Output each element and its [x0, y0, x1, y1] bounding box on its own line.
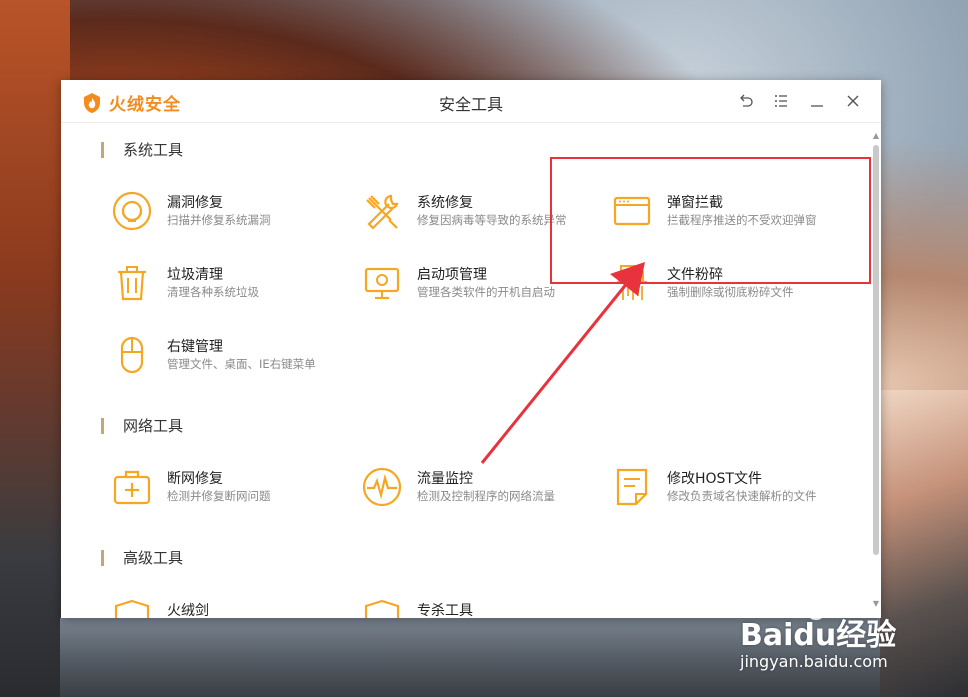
tool-host-file[interactable]: 修改HOST文件 修改负责域名快速解析的文件: [611, 466, 851, 512]
tool-dedicated-kill[interactable]: 专杀工具: [361, 598, 601, 618]
tool-desc: 强制删除或彻底粉碎文件: [667, 285, 794, 299]
menu-icon[interactable]: [772, 92, 790, 110]
tool-name: 漏洞修复: [167, 195, 223, 211]
tool-name: 系统修复: [417, 195, 473, 211]
vertical-scrollbar[interactable]: ▲ ▼: [871, 130, 881, 618]
baidu-watermark: Baidu经验 jingyan.baidu.com: [740, 592, 960, 682]
scroll-thumb[interactable]: [873, 145, 879, 555]
host-file-icon: [616, 468, 648, 506]
section-title-network: 网络工具: [101, 417, 183, 435]
system-repair-icon: [366, 194, 399, 230]
traffic-monitor-icon: [362, 467, 402, 507]
vulnerability-fix-icon: [112, 191, 152, 231]
watermark-main: Baidu经验: [740, 618, 897, 653]
tool-desc: 管理各类软件的开机自启动: [417, 285, 555, 299]
tool-right-click-manager[interactable]: 右键管理 管理文件、桌面、IE右键菜单: [111, 334, 351, 380]
tool-name: 断网修复: [167, 471, 223, 487]
tool-desc: 扫描并修复系统漏洞: [167, 213, 271, 227]
tool-name: 右键管理: [167, 339, 223, 355]
tool-hr-sword[interactable]: 火绒剑: [111, 598, 351, 618]
tool-name: 火绒剑: [167, 603, 209, 618]
section-title-system: 系统工具: [101, 141, 183, 159]
dedicated-kill-icon: [364, 599, 400, 618]
watermark-url: jingyan.baidu.com: [740, 652, 888, 671]
title-bar: 火绒安全 安全工具: [61, 80, 881, 123]
scroll-up-icon[interactable]: ▲: [872, 132, 880, 140]
annotation-highlight-box: [550, 157, 871, 284]
tool-desc: 检测及控制程序的网络流量: [417, 489, 555, 503]
hr-sword-icon: [114, 599, 150, 618]
tool-name: 垃圾清理: [167, 267, 223, 283]
trash-clean-icon: [118, 266, 146, 301]
back-icon[interactable]: [737, 92, 755, 110]
window-title: 安全工具: [438, 95, 503, 114]
tool-desc: 修复因病毒等导致的系统异常: [417, 213, 567, 227]
tool-name: 流量监控: [417, 471, 473, 487]
section-title-advanced: 高级工具: [101, 549, 183, 567]
close-icon[interactable]: [844, 92, 862, 110]
right-click-manager-icon: [120, 336, 144, 374]
network-repair-icon: [113, 470, 151, 505]
tool-vulnerability-fix[interactable]: 漏洞修复 扫描并修复系统漏洞: [111, 190, 351, 236]
tool-traffic-monitor[interactable]: 流量监控 检测及控制程序的网络流量: [361, 466, 601, 512]
tool-network-repair[interactable]: 断网修复 检测并修复断网问题: [111, 466, 351, 512]
wallpaper-cliff-left: [0, 0, 70, 697]
tool-name: 专杀工具: [417, 603, 473, 618]
tool-desc: 修改负责域名快速解析的文件: [667, 489, 817, 503]
tool-trash-clean[interactable]: 垃圾清理 清理各种系统垃圾: [111, 262, 351, 308]
minimize-icon[interactable]: [808, 92, 826, 110]
tool-name: 启动项管理: [417, 267, 487, 283]
tool-desc: 管理文件、桌面、IE右键菜单: [167, 357, 316, 371]
tool-desc: 检测并修复断网问题: [167, 489, 271, 503]
tool-desc: 清理各种系统垃圾: [167, 285, 259, 299]
startup-manager-icon: [364, 267, 400, 300]
tool-name: 修改HOST文件: [667, 471, 762, 487]
